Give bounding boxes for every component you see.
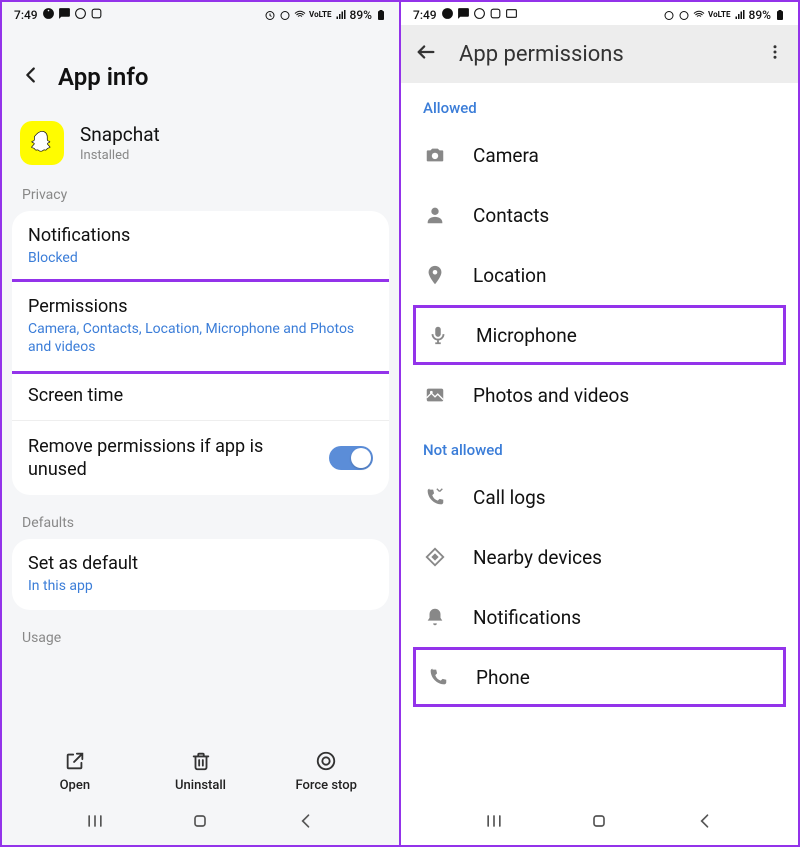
bell-icon [423,605,447,629]
perm-camera[interactable]: Camera [401,125,798,185]
volte-icon: VoLTE [309,11,331,19]
usage-section-label: Usage [2,624,399,654]
trash-icon [190,750,212,772]
forcestop-label: Force stop [295,778,356,793]
alarm-icon [678,9,690,21]
camera-icon [423,143,447,167]
perm-phone[interactable]: Phone [413,647,786,707]
battery-text: 89% [749,8,771,22]
privacy-card: Notifications Blocked Permissions Camera… [12,211,389,495]
screentime-title: Screen time [28,385,373,406]
perm-location[interactable]: Location [401,245,798,305]
perm-photos-label: Photos and videos [473,384,629,407]
wifi-icon [693,9,705,21]
privacy-section-label: Privacy [2,181,399,211]
status-time: 7:49 [413,8,437,22]
location-icon [423,263,447,287]
perm-notifications-label: Notifications [473,606,581,629]
perm-microphone[interactable]: Microphone [413,305,786,365]
notifications-row[interactable]: Notifications Blocked [12,211,389,282]
screen-app-info: 7:49 VoLTE 89% App info S [0,0,400,847]
remove-permissions-toggle[interactable] [329,446,373,470]
alarm-icon [663,9,675,21]
nearby-icon [423,545,447,569]
screen-app-permissions: 7:49 VoLTE 89% App permissions [400,0,800,847]
permissions-sub: Camera, Contacts, Location, Microphone a… [28,320,373,356]
volte-icon: VoLTE [708,11,730,19]
bottom-actions: Open Uninstall Force stop [2,736,399,799]
alarm-icon [264,9,276,21]
nav-home[interactable] [589,811,609,835]
status-bar: 7:49 VoLTE 89% [401,2,798,25]
uninstall-button[interactable]: Uninstall [138,750,264,793]
header: App info [2,25,399,109]
nav-bar [2,799,399,845]
header: App permissions [401,25,798,83]
app-name: Snapchat [80,123,160,146]
app-header[interactable]: Snapchat Installed [2,109,399,181]
perm-photos[interactable]: Photos and videos [401,365,798,425]
nav-home[interactable] [190,811,210,835]
forcestop-button[interactable]: Force stop [263,750,389,793]
page-title: App permissions [459,42,744,67]
nav-recents[interactable] [484,811,504,835]
perm-camera-label: Camera [473,144,539,167]
set-default-sub: In this app [28,577,373,595]
notallowed-label: Not allowed [401,425,798,467]
nav-back[interactable] [296,811,316,835]
uninstall-label: Uninstall [175,778,226,793]
phone-icon [426,665,450,689]
battery-icon [375,9,387,21]
notifications-sub: Blocked [28,249,373,267]
signal-icon [734,9,746,21]
signal-icon [335,9,347,21]
nav-bar [401,799,798,845]
perm-calllogs-label: Call logs [473,486,546,509]
menu-button[interactable] [766,43,784,65]
forcestop-icon [315,750,337,772]
screentime-row[interactable]: Screen time [12,371,389,421]
perm-calllogs[interactable]: Call logs [401,467,798,527]
nav-recents[interactable] [85,811,105,835]
back-button[interactable] [20,64,42,90]
perm-nearby[interactable]: Nearby devices [401,527,798,587]
perm-location-label: Location [473,264,547,287]
perm-contacts[interactable]: Contacts [401,185,798,245]
status-notif-icons [42,7,103,23]
page-title: App info [58,63,148,91]
set-default-row[interactable]: Set as default In this app [12,539,389,609]
perm-nearby-label: Nearby devices [473,546,602,569]
status-notif-icons [441,7,518,23]
contacts-icon [423,203,447,227]
microphone-icon [426,323,450,347]
defaults-section-label: Defaults [2,509,399,539]
open-button[interactable]: Open [12,750,138,793]
battery-icon [774,9,786,21]
status-time: 7:49 [14,8,38,22]
perm-notifications[interactable]: Notifications [401,587,798,647]
notifications-title: Notifications [28,225,373,246]
photos-icon [423,383,447,407]
status-bar: 7:49 VoLTE 89% [2,2,399,25]
allowed-label: Allowed [401,83,798,125]
perm-microphone-label: Microphone [476,324,577,347]
set-default-title: Set as default [28,553,373,574]
snapchat-icon [20,121,64,165]
app-install-status: Installed [80,148,160,163]
perm-phone-label: Phone [476,666,530,689]
battery-text: 89% [350,8,372,22]
calllogs-icon [423,485,447,509]
remove-permissions-title: Remove permissions if app is unused [28,435,329,482]
remove-permissions-row[interactable]: Remove permissions if app is unused [12,421,389,496]
defaults-card: Set as default In this app [12,539,389,609]
nav-back[interactable] [695,811,715,835]
back-button[interactable] [415,41,437,67]
open-icon [64,750,86,772]
wifi-icon [294,9,306,21]
permissions-title: Permissions [28,296,373,317]
alarm-icon [279,9,291,21]
perm-contacts-label: Contacts [473,204,549,227]
permissions-row[interactable]: Permissions Camera, Contacts, Location, … [12,279,389,373]
open-label: Open [60,778,90,793]
